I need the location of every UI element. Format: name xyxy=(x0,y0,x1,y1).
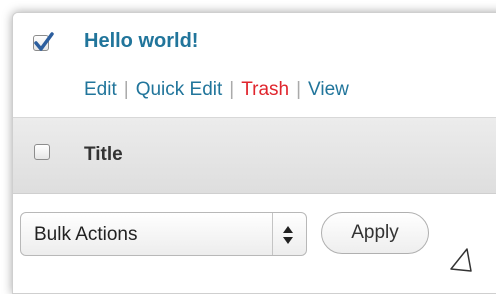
edit-link[interactable]: Edit xyxy=(84,79,117,100)
up-down-arrows-icon xyxy=(282,225,294,250)
quick-edit-link[interactable]: Quick Edit xyxy=(136,79,223,100)
separator: | xyxy=(296,79,302,100)
apply-button[interactable]: Apply xyxy=(321,212,429,254)
post-title-link[interactable]: Hello world! xyxy=(84,30,198,53)
separator: | xyxy=(229,79,235,100)
bulk-actions-selected-value: Bulk Actions xyxy=(34,224,138,245)
select-divider xyxy=(272,213,273,255)
bulk-actions-select[interactable]: Bulk Actions xyxy=(20,212,307,256)
title-column-header[interactable]: Title xyxy=(84,144,123,166)
post-row: Hello world! Edit | Quick Edit | Trash | View xyxy=(13,13,496,118)
view-link[interactable]: View xyxy=(308,79,349,100)
post-checkbox[interactable] xyxy=(33,32,54,51)
separator: | xyxy=(123,79,129,100)
cursor-arrow-icon xyxy=(449,247,496,282)
select-all-checkbox[interactable] xyxy=(34,144,50,160)
trash-link[interactable]: Trash xyxy=(241,79,289,100)
table-header-row: Title xyxy=(13,118,496,194)
checkmark-icon xyxy=(34,32,54,51)
row-actions: Edit | Quick Edit | Trash | View xyxy=(84,79,349,101)
posts-panel: Hello world! Edit | Quick Edit | Trash | View … xyxy=(12,12,496,294)
